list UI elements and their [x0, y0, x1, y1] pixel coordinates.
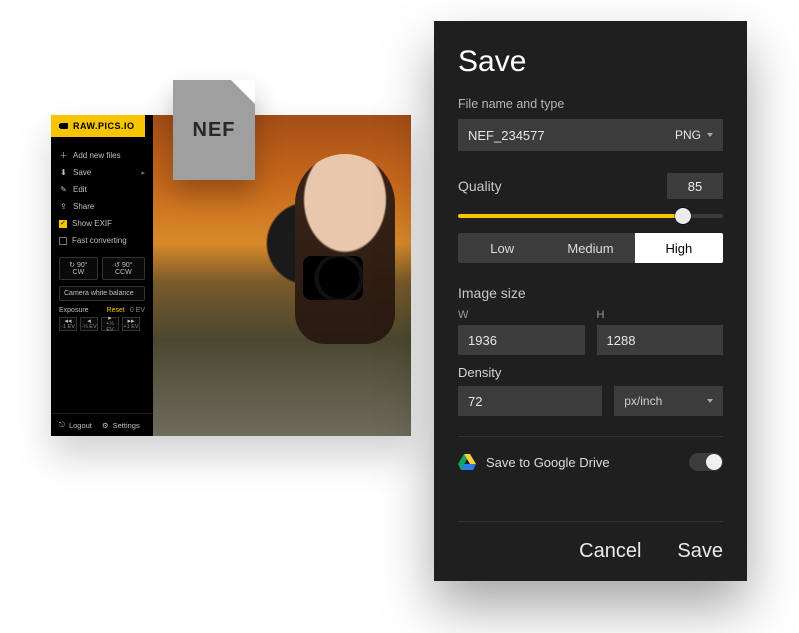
brand-badge: RAW.PICS.IO — [51, 115, 145, 137]
ev-minus-1[interactable]: ◂◂-1 EV — [59, 317, 77, 331]
chevron-down-icon — [707, 133, 713, 137]
gear-icon: ⚙ — [102, 421, 109, 430]
sidebar-show-exif[interactable]: ✓ Show EXIF — [59, 215, 145, 232]
filetype-select[interactable]: PNG — [675, 128, 713, 142]
plus-icon: ＋ — [59, 151, 68, 160]
height-input[interactable] — [607, 333, 714, 348]
exposure-section: Exposure Reset 0 EV ◂◂-1 EV ◂-⅓ EV ▸+⅓ E… — [51, 303, 153, 335]
quality-high[interactable]: High — [635, 233, 723, 263]
quality-value: 85 — [667, 173, 723, 199]
slider-thumb-icon[interactable] — [675, 208, 691, 224]
density-unit-select[interactable]: px/inch — [614, 386, 723, 416]
quality-label: Quality — [458, 178, 502, 194]
height-label: H — [597, 309, 724, 321]
logout-button[interactable]: ⎋ Logout — [59, 420, 92, 430]
filename-input[interactable] — [468, 128, 675, 143]
brand-text: RAW.PICS.IO — [73, 121, 135, 131]
ev-plus-third[interactable]: ▸+⅓ EV — [101, 317, 119, 331]
label: Edit — [73, 185, 87, 194]
checkbox-checked-icon: ✓ — [59, 220, 67, 228]
quality-low[interactable]: Low — [458, 233, 546, 263]
download-icon: ⬇ — [59, 168, 68, 177]
sidebar-add-files[interactable]: ＋ Add new files — [59, 147, 145, 164]
ev-minus-third[interactable]: ◂-⅓ EV — [80, 317, 98, 331]
gdrive-toggle[interactable] — [689, 453, 723, 471]
label: Fast converting — [72, 236, 127, 245]
label: Save — [73, 168, 91, 177]
file-type-label: NEF — [193, 119, 236, 142]
quality-segment: Low Medium High — [458, 233, 723, 263]
logout-icon: ⎋ — [59, 420, 65, 430]
save-button[interactable]: Save — [677, 540, 723, 563]
label: Add new files — [73, 151, 121, 160]
filename-row: PNG — [458, 119, 723, 151]
quality-medium[interactable]: Medium — [546, 233, 634, 263]
sidebar-share[interactable]: ⇪ Share — [59, 198, 145, 215]
exposure-buttons: ◂◂-1 EV ◂-⅓ EV ▸+⅓ EV ▸▸+1 EV — [59, 317, 145, 331]
rotate-ccw-button[interactable]: ↺ 90° CCW — [102, 257, 145, 280]
density-unit-value: px/inch — [624, 394, 662, 408]
dialog-title: Save — [458, 45, 723, 79]
filetype-value: PNG — [675, 128, 701, 142]
sidebar-save[interactable]: ⬇ Save ▸ — [59, 164, 145, 181]
share-icon: ⇪ — [59, 202, 68, 211]
gdrive-label: Save to Google Drive — [486, 455, 610, 470]
exposure-value: 0 EV — [130, 307, 145, 314]
brand-icon — [59, 121, 69, 131]
checkbox-icon — [59, 237, 67, 245]
sidebar-fast-converting[interactable]: Fast converting — [59, 232, 145, 249]
google-drive-icon — [458, 454, 476, 470]
sidebar-edit[interactable]: ✎ Edit — [59, 181, 145, 198]
density-input[interactable] — [468, 394, 592, 409]
density-label: Density — [458, 365, 723, 380]
save-dialog: Save File name and type PNG Quality 85 L… — [434, 21, 747, 581]
exposure-reset[interactable]: Reset — [107, 307, 125, 314]
white-balance-button[interactable]: Camera white balance — [59, 286, 145, 301]
exposure-label: Exposure — [59, 307, 89, 314]
label: Share — [73, 202, 94, 211]
label: Show EXIF — [72, 219, 112, 228]
chevron-right-icon: ▸ — [141, 169, 145, 177]
pencil-icon: ✎ — [59, 185, 68, 194]
chevron-down-icon — [707, 399, 713, 403]
image-size-label: Image size — [458, 285, 723, 301]
ev-plus-1[interactable]: ▸▸+1 EV — [122, 317, 140, 331]
cancel-button[interactable]: Cancel — [579, 540, 641, 563]
width-input[interactable] — [468, 333, 575, 348]
quality-slider[interactable] — [458, 209, 723, 223]
file-type-badge: NEF — [173, 80, 255, 180]
width-label: W — [458, 309, 585, 321]
filename-label: File name and type — [458, 97, 723, 111]
editor-sidebar: ＋ Add new files ⬇ Save ▸ ✎ Edit ⇪ Share … — [51, 115, 153, 436]
toggle-knob-icon — [706, 454, 722, 470]
rotate-cw-button[interactable]: ↻ 90° CW — [59, 257, 98, 280]
settings-button[interactable]: ⚙ Settings — [102, 420, 140, 430]
